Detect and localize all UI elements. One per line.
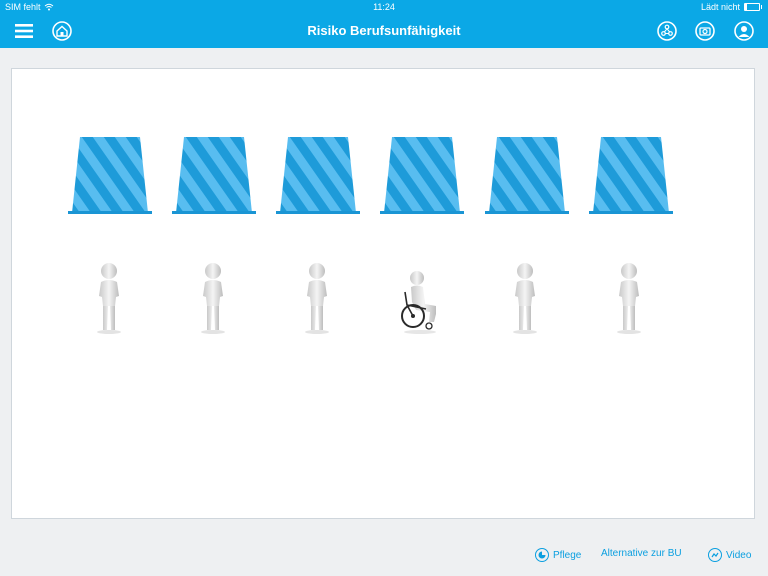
- cup-5: [485, 137, 569, 214]
- pflege-label: Pflege: [553, 549, 582, 561]
- status-right: Lädt nicht: [700, 2, 762, 12]
- cup-3: [276, 137, 360, 214]
- pflege-link[interactable]: Pflege: [535, 548, 581, 562]
- cup-6: [589, 137, 673, 214]
- camera-icon: [695, 21, 715, 41]
- top-bar: SIM fehlt 11:24 Lädt nicht Risiko Berufs…: [0, 0, 768, 48]
- camera-button[interactable]: [694, 20, 716, 42]
- user-button[interactable]: [733, 20, 755, 42]
- person-standing-6: [617, 263, 641, 334]
- person-standing-3: [305, 263, 329, 334]
- content-panel: [11, 68, 755, 519]
- clock: 11:24: [373, 2, 395, 12]
- page-title: Risiko Berufsunfähigkeit: [307, 23, 461, 38]
- network-button[interactable]: [656, 20, 678, 42]
- cup-4: [380, 137, 464, 214]
- video-label: Video: [726, 549, 752, 561]
- pflege-icon: [535, 548, 549, 562]
- person-wheelchair: [401, 271, 436, 334]
- video-icon: [708, 548, 722, 562]
- network-icon: [657, 21, 677, 41]
- battery-label: Lädt nicht: [700, 2, 740, 12]
- video-link[interactable]: Video: [708, 548, 751, 562]
- cup-2: [172, 137, 256, 214]
- person-standing-2: [201, 263, 225, 334]
- alternative-link[interactable]: Alternative zur BU: [601, 548, 682, 559]
- alternative-label: Alternative zur BU: [601, 548, 682, 559]
- battery-icon: [744, 3, 762, 11]
- person-standing-1: [97, 263, 121, 334]
- person-standing-5: [513, 263, 537, 334]
- user-icon: [734, 21, 754, 41]
- cup-1: [68, 137, 152, 214]
